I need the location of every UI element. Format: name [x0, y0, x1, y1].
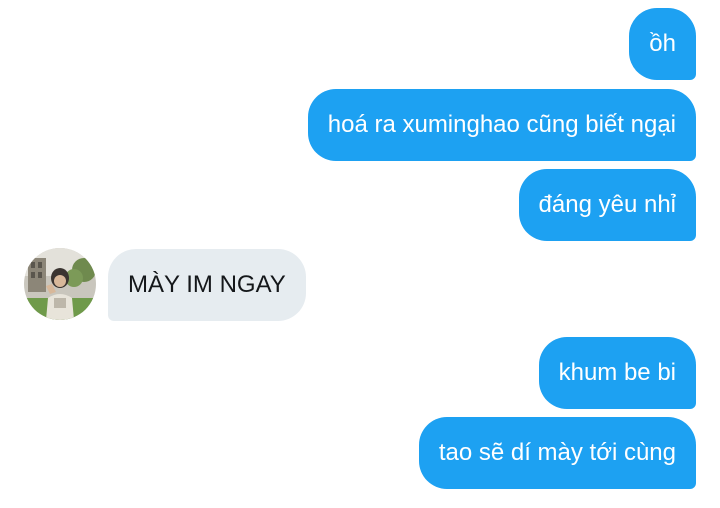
- message-bubble-outgoing[interactable]: đáng yêu nhỉ: [518, 169, 696, 241]
- message-bubble-outgoing[interactable]: ồh: [629, 8, 696, 80]
- message-bubble-outgoing[interactable]: hoá ra xuminghao cũng biết ngại: [307, 89, 696, 161]
- message-bubble-outgoing[interactable]: tao sẽ dí mày tới cùng: [418, 417, 696, 489]
- avatar[interactable]: [24, 248, 96, 320]
- message-bubble-outgoing[interactable]: khum be bi: [538, 337, 696, 409]
- chat-thread: ồh hoá ra xuminghao cũng biết ngại đáng …: [0, 0, 720, 508]
- message-bubble-incoming[interactable]: MÀY IM NGAY: [108, 249, 306, 321]
- avatar-photo: [24, 248, 96, 320]
